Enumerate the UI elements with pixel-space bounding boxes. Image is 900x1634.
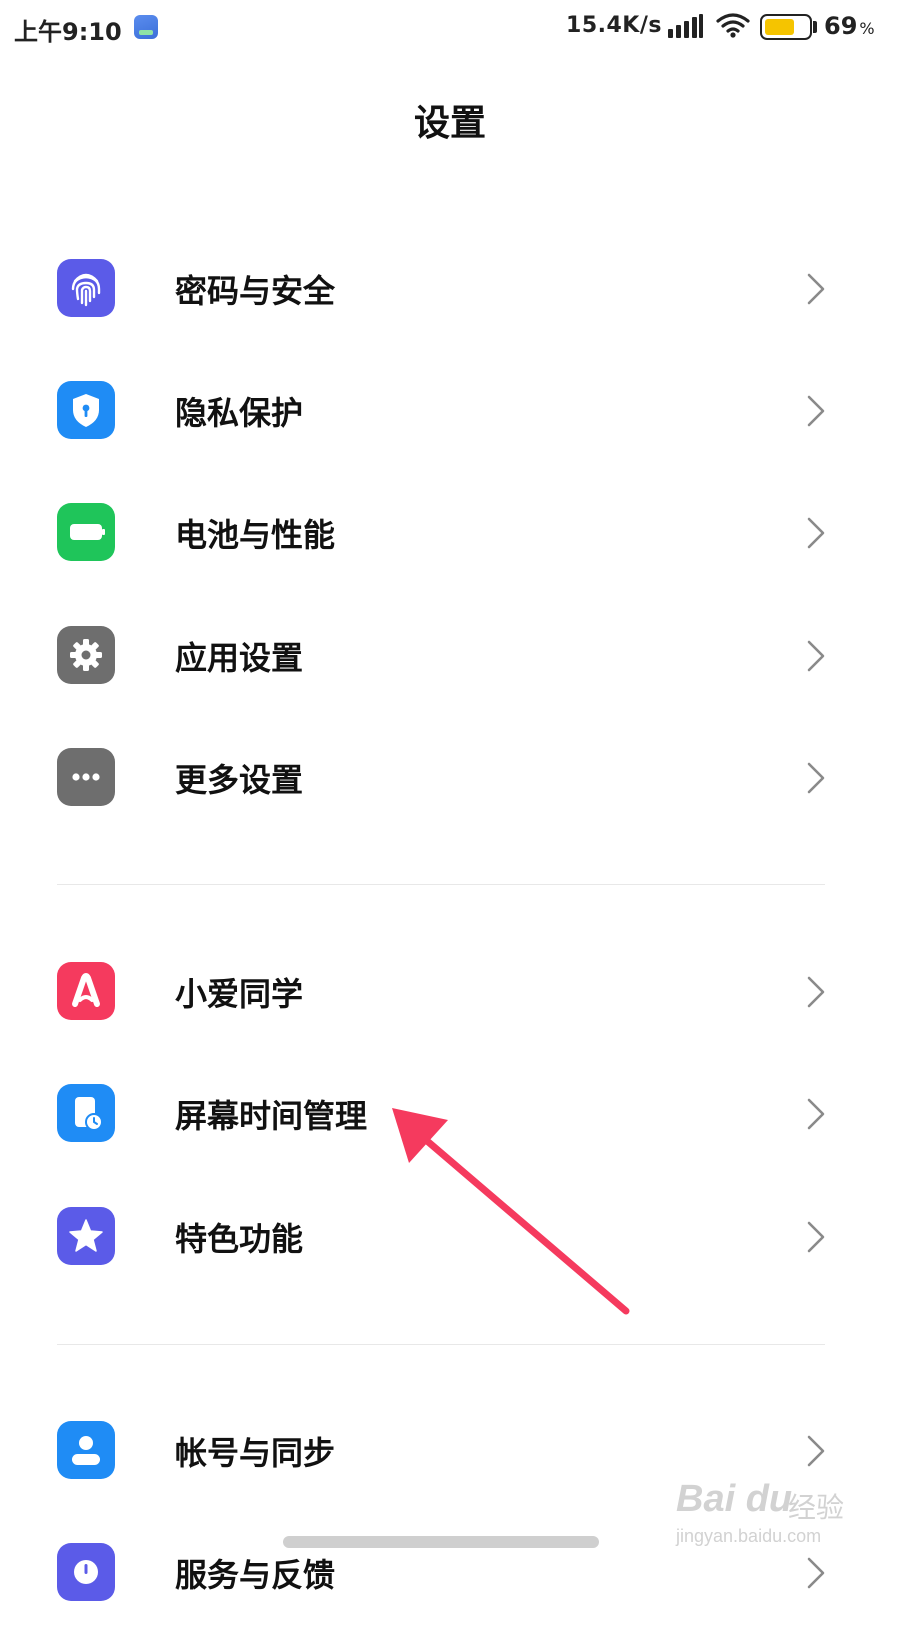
item-label: 密码与安全 (175, 272, 336, 310)
chevron-right-icon (807, 395, 825, 427)
chevron-right-icon (807, 976, 825, 1008)
chevron-right-icon (807, 1221, 825, 1253)
fingerprint-icon (57, 259, 115, 317)
page-title: 设置 (413, 103, 486, 144)
battery-tip (813, 21, 817, 33)
watermark-cn: 经验 (788, 1491, 845, 1524)
chevron-right-icon (807, 273, 825, 305)
settings-item-password-security[interactable]: 密码与安全 (0, 228, 900, 350)
settings-item-app-settings[interactable]: 应用设置 (0, 595, 900, 717)
battery-level-fill (765, 19, 794, 35)
battery-percent: 69% (824, 12, 875, 40)
chevron-right-icon (807, 1435, 825, 1467)
chevron-right-icon (807, 1098, 825, 1130)
item-label: 应用设置 (175, 639, 304, 677)
screen-time-icon (57, 1084, 115, 1142)
watermark-url: jingyan.baidu.com (676, 1526, 822, 1546)
status-time: 上午9:10 (14, 18, 122, 46)
more-dots-icon (57, 748, 115, 806)
chevron-right-icon (807, 1557, 825, 1589)
watermark-logo: Bai du (676, 1478, 793, 1520)
shield-lock-icon (57, 381, 115, 439)
home-indicator[interactable] (283, 1536, 599, 1548)
xiaoai-icon (57, 962, 115, 1020)
item-label: 小爱同学 (175, 975, 304, 1013)
chevron-right-icon (807, 517, 825, 549)
settings-item-privacy[interactable]: 隐私保护 (0, 350, 900, 472)
item-label: 更多设置 (175, 761, 304, 799)
gear-icon (57, 626, 115, 684)
settings-item-more-settings[interactable]: 更多设置 (0, 717, 900, 839)
wifi-icon (716, 13, 750, 38)
settings-item-special-features[interactable]: 特色功能 (0, 1176, 900, 1298)
section-divider (57, 884, 825, 885)
battery-icon (760, 14, 812, 40)
settings-item-screen-time[interactable]: 屏幕时间管理 (0, 1053, 900, 1175)
section-divider (57, 1344, 825, 1345)
app-notification-icon (134, 15, 158, 39)
settings-item-xiaoai[interactable]: 小爱同学 (0, 931, 900, 1053)
item-label: 电池与性能 (175, 516, 336, 554)
item-label: 帐号与同步 (175, 1434, 336, 1472)
settings-item-battery-performance[interactable]: 电池与性能 (0, 472, 900, 594)
item-label: 特色功能 (175, 1220, 304, 1258)
star-icon (57, 1207, 115, 1265)
network-speed: 15.4K/s (566, 13, 662, 38)
service-feedback-icon (57, 1543, 115, 1601)
item-label: 屏幕时间管理 (175, 1097, 368, 1135)
watermark: Bai du 经验 jingyan.baidu.com (676, 1470, 846, 1560)
battery-icon (57, 503, 115, 561)
item-label: 隐私保护 (175, 394, 304, 432)
chevron-right-icon (807, 640, 825, 672)
item-label: 服务与反馈 (175, 1556, 336, 1594)
status-bar: 上午9:10 15.4K/s 69% (0, 0, 900, 56)
signal-icon (668, 14, 704, 38)
chevron-right-icon (807, 762, 825, 794)
account-icon (57, 1421, 115, 1479)
